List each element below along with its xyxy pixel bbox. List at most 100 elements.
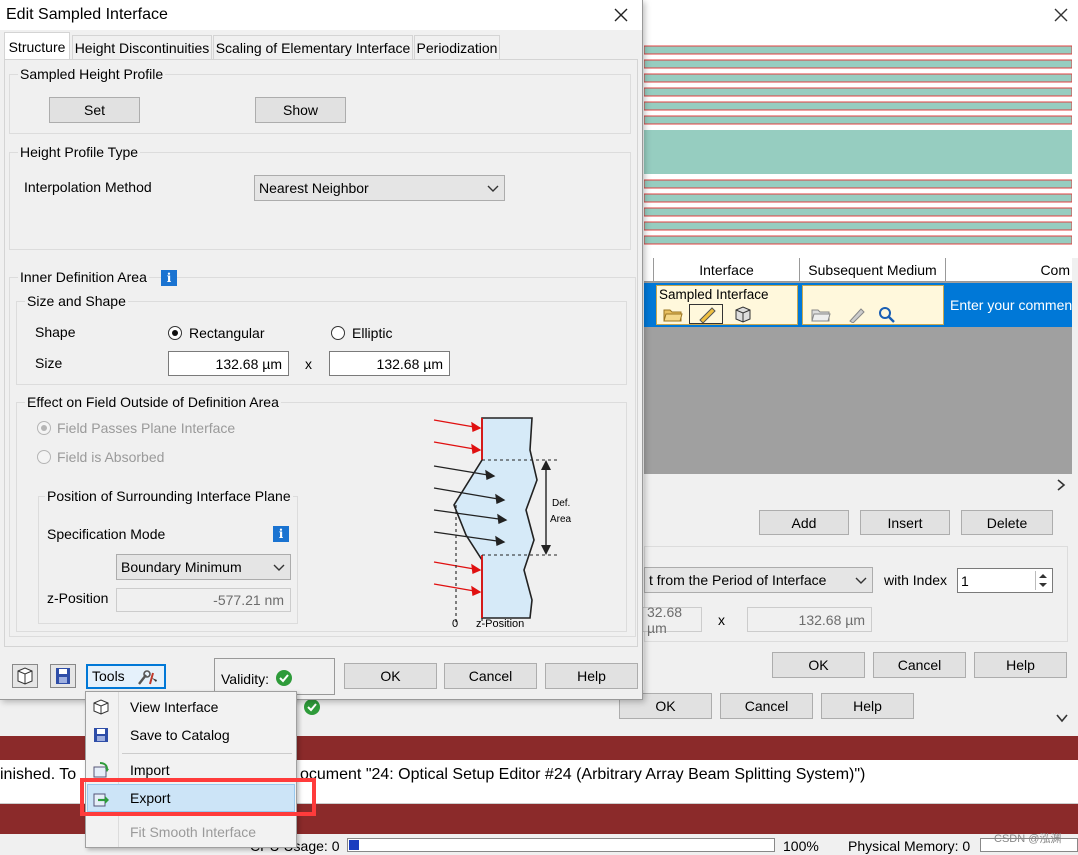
tools-label: Tools: [92, 668, 125, 684]
cpu-usage-percent: 100%: [783, 838, 819, 854]
menu-separator: [122, 753, 292, 754]
edit-sampled-interface-dialog: Edit Sampled Interface Structure Height …: [0, 0, 643, 700]
surrounding-plane-label: Position of Surrounding Interface Plane: [45, 488, 293, 504]
horizontal-scrollbar[interactable]: [644, 474, 1072, 494]
status-message-continued: ocument "24: Optical Setup Editor #24 (A…: [300, 766, 866, 783]
layer-structure-view: [643, 40, 1073, 250]
insert-button[interactable]: Insert: [860, 510, 950, 535]
shape-label: Shape: [35, 324, 76, 340]
validity-label: Validity:: [221, 671, 269, 687]
period-mode-select[interactable]: t from the Period of Interface: [644, 567, 873, 593]
def-area-label: Def.: [552, 498, 570, 509]
field-passes-radio: [37, 421, 51, 435]
validity-check-icon: [275, 669, 293, 687]
with-index-label: with Index: [884, 572, 948, 588]
bg-size-times: x: [718, 612, 725, 628]
interface-cell[interactable]: Sampled Interface: [656, 285, 798, 325]
chevron-down-icon: [272, 560, 286, 574]
mid-cancel-button[interactable]: Cancel: [720, 693, 813, 719]
elliptic-radio[interactable]: [331, 326, 345, 340]
height-profile-type-label: Height Profile Type: [18, 144, 141, 160]
size-and-shape-label: Size and Shape: [25, 293, 128, 309]
comment-placeholder[interactable]: Enter your comment: [950, 297, 1076, 313]
background-close-icon[interactable]: [1052, 6, 1070, 24]
mid-dropdown-strip[interactable]: [930, 690, 1078, 736]
rectangular-radio[interactable]: [168, 326, 182, 340]
size-times-label: x: [305, 356, 312, 372]
table-header-comment[interactable]: Com: [946, 258, 1072, 282]
interpolation-method-value: Nearest Neighbor: [259, 180, 369, 196]
z-position-field: -577.21 nm: [116, 588, 291, 612]
interface-cell-label: Sampled Interface: [659, 287, 769, 302]
3d-view-icon[interactable]: [12, 664, 38, 688]
tools-menu-button[interactable]: Tools: [86, 664, 166, 689]
tab-periodization[interactable]: Periodization: [414, 35, 500, 59]
set-button[interactable]: Set: [49, 97, 140, 123]
tab-height-discontinuities[interactable]: Height Discontinuities: [72, 35, 212, 59]
cpu-usage-bar: [347, 838, 775, 852]
chevron-down-icon: [486, 181, 500, 195]
size-and-shape-group: [16, 301, 627, 385]
specification-mode-select[interactable]: Boundary Minimum: [116, 554, 291, 580]
import-icon: [92, 762, 110, 778]
subsequent-medium-cell[interactable]: [802, 285, 944, 325]
table-row[interactable]: Sampled Interface Enter your comment: [644, 283, 1076, 327]
def-area-label-2: Area: [550, 514, 572, 525]
mid-help-button[interactable]: Help: [821, 693, 914, 719]
size-x-field[interactable]: 132.68 µm: [168, 351, 289, 376]
chevron-down-icon[interactable]: [1056, 710, 1068, 726]
specification-mode-label: Specification Mode: [47, 526, 166, 542]
edit-pencil-icon[interactable]: [847, 306, 867, 324]
scroll-right-icon[interactable]: [1056, 478, 1066, 494]
save-disk-icon[interactable]: [50, 664, 76, 688]
ok-button[interactable]: OK: [344, 663, 437, 689]
spin-up-down-icon[interactable]: [1035, 571, 1050, 590]
3d-view-icon[interactable]: [733, 306, 753, 323]
info-icon[interactable]: i: [273, 526, 289, 542]
watermark: CSDN @泓渊: [994, 833, 1062, 845]
show-button[interactable]: Show: [255, 97, 346, 123]
field-absorbed-radio: [37, 450, 51, 464]
edit-pencil-icon[interactable]: [689, 304, 723, 324]
title-bar[interactable]: Edit Sampled Interface: [0, 0, 642, 30]
diagram-zero-label: 0: [452, 618, 458, 630]
table-header-subsequent-medium[interactable]: Subsequent Medium: [800, 258, 946, 282]
rectangular-label[interactable]: Rectangular: [189, 325, 265, 341]
delete-button[interactable]: Delete: [961, 510, 1053, 535]
interface-table: Interface Subsequent Medium Com Sampled …: [644, 258, 1076, 494]
help-button[interactable]: Help: [545, 663, 638, 689]
size-y-field[interactable]: 132.68 µm: [329, 351, 450, 376]
validity-box: Validity:: [214, 658, 335, 695]
bg-size-y-field: 132.68 µm: [747, 607, 872, 632]
tab-scaling-elementary-interface[interactable]: Scaling of Elementary Interface: [213, 35, 413, 59]
elliptic-label[interactable]: Elliptic: [352, 325, 392, 341]
interpolation-method-select[interactable]: Nearest Neighbor: [254, 175, 505, 201]
bg-help-button[interactable]: Help: [974, 652, 1067, 678]
field-absorbed-label: Field is Absorbed: [57, 449, 165, 465]
menu-item-save-to-catalog[interactable]: Save to Catalog: [86, 721, 296, 749]
index-spinner-field[interactable]: 1: [957, 568, 1053, 593]
open-folder-icon[interactable]: [663, 306, 683, 323]
cancel-button[interactable]: Cancel: [444, 663, 537, 689]
z-position-label: z-Position: [47, 590, 109, 606]
close-icon[interactable]: [612, 6, 630, 24]
bg-ok-button[interactable]: OK: [772, 652, 865, 678]
vertical-scrollbar[interactable]: [1072, 258, 1078, 494]
search-icon[interactable]: [877, 306, 897, 323]
diagram-z-position-label: z-Position: [476, 618, 524, 630]
table-header-interface[interactable]: Interface: [654, 258, 800, 282]
info-icon[interactable]: i: [161, 270, 177, 286]
bg-cancel-button[interactable]: Cancel: [873, 652, 966, 678]
menu-item-view-interface[interactable]: View Interface: [86, 693, 296, 721]
dialog-title: Edit Sampled Interface: [6, 6, 168, 23]
table-header-row: Interface Subsequent Medium Com: [644, 258, 1072, 282]
export-highlight-box: [80, 778, 316, 816]
field-passes-label: Field Passes Plane Interface: [57, 420, 236, 436]
specification-mode-value: Boundary Minimum: [121, 559, 242, 575]
tab-structure[interactable]: Structure: [4, 32, 70, 60]
interpolation-method-label: Interpolation Method: [24, 179, 152, 195]
menu-item-fit-smooth-interface: Fit Smooth Interface: [130, 824, 257, 840]
add-button[interactable]: Add: [759, 510, 849, 535]
open-folder-icon[interactable]: [811, 306, 831, 323]
index-value: 1: [961, 572, 969, 589]
